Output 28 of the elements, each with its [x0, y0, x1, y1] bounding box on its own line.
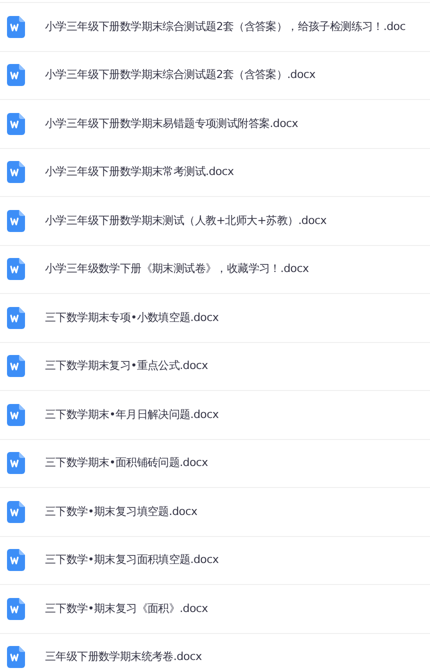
file-name[interactable]: 小学三年级下册数学期末常考测试.docx — [45, 164, 234, 180]
file-name[interactable]: 小学三年级数学下册《期末测试卷》，收藏学习！.docx — [45, 261, 309, 278]
word-document-icon — [7, 500, 25, 523]
file-name[interactable]: 小学三年级下册数学期末综合测试题2套（含答案）.docx — [45, 67, 316, 84]
file-name[interactable]: 小学三年级下册数学期末易错题专项测试附答案.docx — [45, 116, 298, 132]
file-name[interactable]: 三下数学期末•面积铺砖问题.docx — [45, 455, 208, 472]
word-document-icon — [7, 16, 25, 38]
word-document-icon — [7, 306, 25, 329]
file-name[interactable]: 三下数学•期末复习填空题.docx — [45, 504, 198, 520]
word-document-icon — [7, 210, 25, 232]
word-document-icon — [7, 646, 25, 668]
word-document-icon — [7, 112, 25, 135]
word-document-icon — [7, 549, 25, 572]
file-name[interactable]: 三下数学•期末复习面积填空题.docx — [45, 552, 219, 568]
file-name[interactable]: 三年级下册数学期末统考卷.docx — [45, 649, 202, 666]
word-document-icon — [7, 258, 25, 280]
file-name[interactable]: 三下数学期末•年月日解决问题.docx — [45, 406, 219, 423]
word-document-icon — [7, 161, 25, 184]
word-document-icon — [7, 64, 25, 86]
word-document-icon — [7, 404, 25, 426]
file-name[interactable]: 小学三年级下册数学期末综合测试题2套（含答案），给孩子检测练习！.doc — [45, 18, 406, 35]
file-name[interactable]: 三下数学期末复习•重点公式.docx — [45, 358, 208, 374]
word-document-icon — [7, 355, 25, 378]
file-name[interactable]: 小学三年级下册数学期末测试（人教+北师大+苏教）.docx — [45, 212, 327, 229]
word-document-icon — [7, 598, 25, 620]
file-name[interactable]: 三下数学•期末复习《面积》.docx — [45, 600, 208, 617]
word-document-icon — [7, 452, 25, 474]
file-name[interactable]: 三下数学期末专项•小数填空题.docx — [45, 310, 219, 326]
